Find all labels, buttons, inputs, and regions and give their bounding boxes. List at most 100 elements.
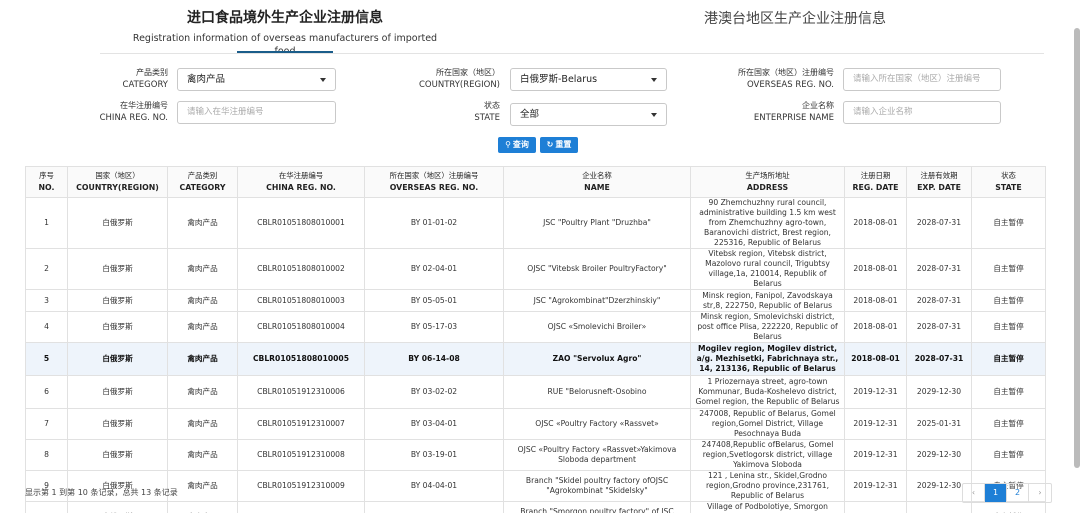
table-cell: 2029-12-30 [906, 375, 972, 409]
table-cell: 自主暂停 [971, 289, 1046, 312]
table-cell: CBLR01051808010004 [237, 311, 365, 343]
table-cell: Minsk region, Smolevichski district, pos… [690, 311, 845, 343]
table-cell: RUE "Belorusneft-Osobino [503, 375, 691, 409]
table-cell: BY 04-04-01 [364, 470, 504, 502]
table-cell: 禽肉产品 [167, 501, 238, 513]
table-cell: 2018-08-01 [844, 342, 907, 376]
column-header-en: CATEGORY [179, 183, 226, 192]
table-row[interactable]: 3 白俄罗斯 禽肉产品 CBLR01051808010003 BY 05-05-01 JS… [25, 289, 1046, 312]
category-label-en: CATEGORY [122, 80, 168, 90]
search-button-label: 查询 [512, 140, 529, 149]
table-body: 1 白俄罗斯 禽肉产品 CBLR01051808010001 BY 01-01-02 JS… [25, 197, 1046, 513]
table-cell: 禽肉产品 [167, 439, 238, 471]
table-cell: 白俄罗斯 [67, 501, 168, 513]
table-cell: OJSC "Vitebsk Broiler PoultryFactory" [503, 248, 691, 290]
table-row[interactable]: 5 白俄罗斯 禽肉产品 CBLR01051808010005 BY 06-14-08 ZA… [25, 342, 1046, 376]
table-cell: 247008, Republic of Belarus, Gomel regio… [690, 408, 845, 440]
tab-divider [100, 53, 1044, 54]
table-cell: 自主暂停 [971, 375, 1046, 409]
table-cell: 1 [25, 197, 68, 249]
table-row[interactable]: 1 白俄罗斯 禽肉产品 CBLR01051808010001 BY 01-01-02 JS… [25, 197, 1046, 249]
overseas-reg-input[interactable]: 请输入所在国家（地区）注册编号 [843, 68, 1001, 91]
table-cell: 2030-03-20 [906, 501, 972, 513]
column-header-en: NO. [38, 183, 55, 192]
table-cell: CBLR01051912310007 [237, 408, 365, 440]
table-cell: 3 [25, 289, 68, 312]
table-cell: CBLR01051808010001 [237, 197, 365, 249]
state-label: 状态 STATE [410, 100, 500, 124]
table-cell: 2028-07-31 [906, 311, 972, 343]
enterprise-name-placeholder: 请输入企业名称 [853, 107, 913, 117]
table-row[interactable]: 6 白俄罗斯 禽肉产品 CBLR01051912310006 BY 03-02-02 RU… [25, 375, 1046, 409]
table-cell: 2019-12-31 [844, 408, 907, 440]
table-cell: 121 , Lenina str., Skidel,Grodno region,… [690, 470, 845, 502]
table-cell: 自主暂停 [971, 408, 1046, 440]
table-cell: 6 [25, 375, 68, 409]
overseas-label-en: OVERSEAS REG. NO. [747, 80, 834, 90]
column-header-cn: 注册日期 [860, 171, 891, 180]
column-header-en: OVERSEAS REG. NO. [389, 183, 479, 192]
column-header: 生产场所地址 ADDRESS [690, 166, 845, 198]
china-reg-input[interactable]: 请输入在华注册编号 [177, 101, 336, 124]
table-cell: 5 [25, 342, 68, 376]
table-cell: 白俄罗斯 [67, 408, 168, 440]
table-cell: 247408,Republic ofBelarus, Gomel region,… [690, 439, 845, 471]
country-label-en: COUNTRY(REGION) [418, 80, 500, 90]
page-button-1[interactable]: 1 [985, 484, 1007, 502]
table-row[interactable]: 7 白俄罗斯 禽肉产品 CBLR01051912310007 BY 03-04-01 OJ… [25, 408, 1046, 440]
country-select[interactable]: 白俄罗斯-Belarus [510, 68, 667, 91]
name-label: 企业名称 ENTERPRISE NAME [706, 100, 834, 124]
table-cell: Branch "Skidel poultry factory ofOJSC "A… [503, 470, 691, 502]
table-cell: 90 Zhemchuzhny rural council, administra… [690, 197, 845, 249]
column-header: 产品类别 CATEGORY [167, 166, 238, 198]
pagination: ‹ 1 2 › [962, 483, 1052, 503]
category-select[interactable]: 禽肉产品 [177, 68, 336, 91]
prev-page-button[interactable]: ‹ [963, 484, 985, 502]
state-select-value: 全部 [520, 109, 540, 120]
chevron-down-icon [320, 78, 326, 82]
table-row[interactable]: 10白俄罗斯禽肉产品CBLR01052003200010BY 04-16-29B… [25, 501, 1046, 513]
table-cell: 8 [25, 439, 68, 471]
table-cell: OJSC «Smolevichi Broiler» [503, 311, 691, 343]
next-page-button[interactable]: › [1029, 484, 1051, 502]
country-label-cn: 所在国家（地区） [436, 68, 500, 77]
table-cell: BY 04-16-29 [364, 501, 504, 513]
table-cell: 2029-12-30 [906, 439, 972, 471]
table-cell: 自主暂停 [971, 342, 1046, 376]
state-select[interactable]: 全部 [510, 103, 667, 126]
overseas-reg-placeholder: 请输入所在国家（地区）注册编号 [853, 74, 981, 84]
table-cell: CBLR01052003200010 [237, 501, 365, 513]
page-button-2[interactable]: 2 [1007, 484, 1029, 502]
table-cell: 2018-08-01 [844, 248, 907, 290]
search-button[interactable]: ⚲ 查询 [498, 137, 536, 153]
column-header: 状态 STATE [971, 166, 1046, 198]
table-header-row: 序号 NO. 国家（地区） COUNTRY(REGION) 产品类别 CATEGORY 在华… [25, 166, 1046, 198]
table-cell: BY 03-04-01 [364, 408, 504, 440]
table-cell: Minsk region, Fanipol, Zavodskaya str,8,… [690, 289, 845, 312]
table-row[interactable]: 4 白俄罗斯 禽肉产品 CBLR01051808010004 BY 05-17-03 OJ… [25, 311, 1046, 343]
reset-button[interactable]: ↻ 重置 [540, 137, 578, 153]
table-row[interactable]: 8 白俄罗斯 禽肉产品 CBLR01051912310008 BY 03-19-01 OJ… [25, 439, 1046, 471]
scrollbar[interactable] [1074, 28, 1080, 468]
country-select-value: 白俄罗斯-Belarus [520, 74, 598, 85]
table-cell: 禽肉产品 [167, 375, 238, 409]
table-cell: Mogilev region, Mogilev district, a/g. M… [690, 342, 845, 376]
table-row[interactable]: 2 白俄罗斯 禽肉产品 CBLR01051808010002 BY 02-04-01 OJ… [25, 248, 1046, 290]
tab-hk-macao-taiwan[interactable]: 港澳台地区生产企业注册信息 [680, 9, 910, 29]
column-header: 序号 NO. [25, 166, 68, 198]
table-cell: CBLR01051912310006 [237, 375, 365, 409]
enterprise-name-input[interactable]: 请输入企业名称 [843, 101, 1001, 124]
table-cell: Village of Podbolotiye, Smorgon District… [690, 501, 845, 513]
column-header: 国家（地区） COUNTRY(REGION) [67, 166, 168, 198]
table-cell: 白俄罗斯 [67, 439, 168, 471]
table-cell: 2028-07-31 [906, 342, 972, 376]
china-label-en: CHINA REG. NO. [99, 113, 168, 123]
table-row[interactable]: 9 白俄罗斯 禽肉产品 CBLR01051912310009 BY 04-04-01 Br… [25, 470, 1046, 502]
category-label-cn: 产品类别 [136, 68, 168, 77]
table-cell: OJSC «Poultry Factory «Rassvet»Yakimova … [503, 439, 691, 471]
table-cell: CBLR01051808010003 [237, 289, 365, 312]
table-cell: 2020-03-20 [844, 501, 907, 513]
category-label: 产品类别 CATEGORY [78, 67, 168, 91]
table-cell: 2 [25, 248, 68, 290]
column-header-en: STATE [995, 183, 1022, 192]
